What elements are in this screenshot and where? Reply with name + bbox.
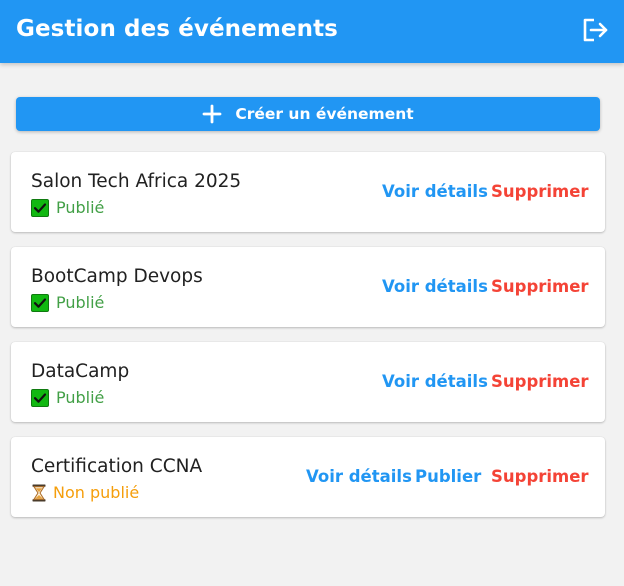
check-box-icon xyxy=(31,388,49,407)
page-title: Gestion des événements xyxy=(16,16,338,42)
status-badge: Non publié xyxy=(31,483,139,502)
delete-button[interactable]: Supprimer xyxy=(491,182,589,201)
status-badge: Publié xyxy=(31,388,104,407)
view-details-button[interactable]: Voir détails xyxy=(306,467,412,486)
event-title: BootCamp Devops xyxy=(31,266,203,287)
event-card: Salon Tech Africa 2025 Publié Voir détai… xyxy=(11,152,605,232)
view-details-button[interactable]: Voir détails xyxy=(382,182,488,201)
check-box-icon xyxy=(31,293,49,312)
event-card: BootCamp Devops Publié Voir détails Supp… xyxy=(11,247,605,327)
status-label: Non publié xyxy=(53,483,140,502)
view-details-button[interactable]: Voir détails xyxy=(382,277,488,296)
status-badge: Publié xyxy=(31,293,104,312)
publish-button[interactable]: Publier xyxy=(415,467,481,486)
plus-icon xyxy=(202,104,222,124)
event-title: DataCamp xyxy=(31,361,130,382)
event-title: Salon Tech Africa 2025 xyxy=(31,171,242,192)
status-label: Publié xyxy=(56,198,105,217)
status-label: Publié xyxy=(56,293,105,312)
event-card: DataCamp Publié Voir détails Supprimer xyxy=(11,342,605,422)
status-label: Publié xyxy=(56,388,105,407)
check-box-icon xyxy=(31,198,49,217)
app-bar: Gestion des événements xyxy=(0,0,624,63)
delete-button[interactable]: Supprimer xyxy=(491,277,589,296)
hourglass-icon xyxy=(31,484,47,502)
create-event-button[interactable]: Créer un événement xyxy=(16,97,600,131)
logout-icon xyxy=(583,18,608,42)
status-badge: Publié xyxy=(31,198,104,217)
delete-button[interactable]: Supprimer xyxy=(491,372,589,391)
create-event-label: Créer un événement xyxy=(235,105,414,123)
view-details-button[interactable]: Voir détails xyxy=(382,372,488,391)
event-title: Certification CCNA xyxy=(31,456,203,477)
delete-button[interactable]: Supprimer xyxy=(491,467,589,486)
event-card: Certification CCNA Non publié Voir détai… xyxy=(11,437,605,517)
logout-button[interactable] xyxy=(579,14,611,46)
